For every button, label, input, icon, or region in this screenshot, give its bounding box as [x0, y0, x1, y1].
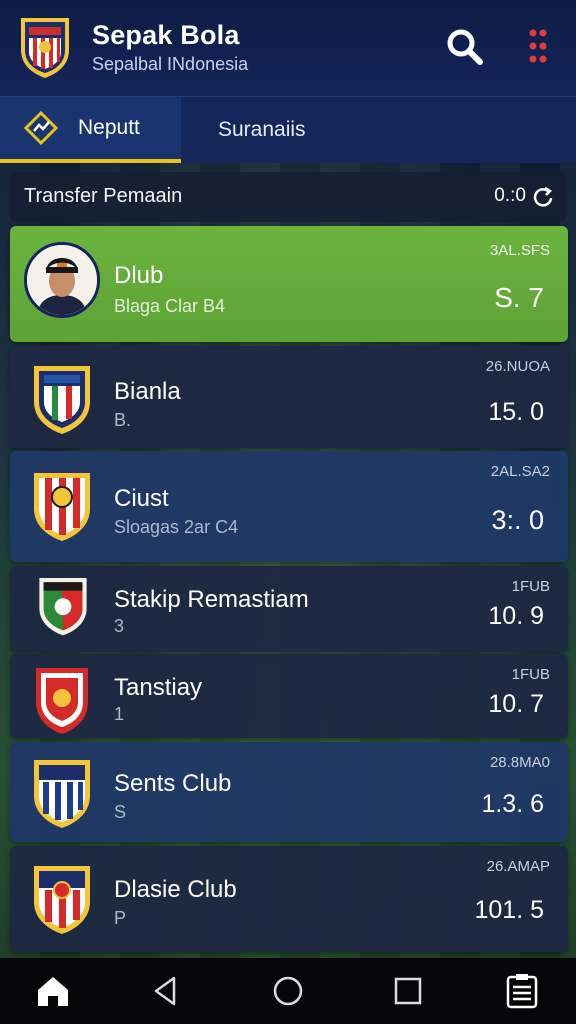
transfer-date: 26.NUOA — [485, 358, 550, 375]
transfer-row[interactable]: Stakip Remastiam 3 1FUB 10. 9 — [10, 566, 568, 652]
transfer-value: 10. 7 — [488, 690, 544, 718]
transfer-date: 28.8MA0 — [489, 754, 550, 771]
clipboard-icon[interactable] — [502, 971, 542, 1011]
search-icon[interactable] — [444, 26, 486, 68]
home-icon[interactable] — [33, 971, 73, 1011]
transfer-value: 1.3. 6 — [481, 790, 544, 818]
transfer-row[interactable]: Dlasie Club P 26.AMAP 101. 5 — [10, 846, 568, 952]
transfer-date: 26.AMAP — [486, 858, 550, 875]
transfer-sub: B. — [114, 410, 132, 430]
transfer-sub: Blaga Clar B4 — [114, 296, 226, 316]
transfer-date: 1FUB — [511, 666, 550, 683]
club-shield-icon — [34, 473, 90, 541]
chart-diamond-icon — [24, 111, 58, 145]
transfer-name: Bianla — [114, 378, 181, 405]
club-shield-icon — [36, 668, 88, 734]
section-value: 0.:0 — [494, 185, 526, 206]
transfer-sub: Sloagas 2ar C4 — [114, 517, 239, 537]
system-nav-bar — [0, 958, 576, 1024]
more-vertical-icon[interactable] — [524, 26, 552, 68]
transfer-date: 2AL.SA2 — [490, 463, 550, 480]
club-shield-icon — [34, 866, 90, 934]
tab-label: Suranaiis — [218, 118, 306, 141]
app-title: Sepak Bola — [92, 20, 240, 50]
app-bar: Sepak Bola Sepalbal INdonesia — [0, 0, 576, 97]
transfer-sub: P — [114, 908, 127, 928]
player-avatar — [24, 242, 100, 318]
tab-neputt[interactable]: Neputt — [0, 97, 181, 163]
transfer-name: Dlub — [114, 262, 164, 289]
transfer-date: 1FUB — [511, 578, 550, 595]
section-title: Transfer Pemaain — [24, 185, 183, 207]
circle-home-icon[interactable] — [268, 971, 308, 1011]
transfer-value: 10. 9 — [488, 602, 544, 630]
transfer-name: Stakip Remastiam — [114, 586, 309, 613]
app-subtitle: Sepalbal INdonesia — [92, 54, 249, 74]
transfer-row[interactable]: Ciust Sloagas 2ar C4 2AL.SA2 3:. 0 — [10, 451, 568, 562]
transfer-value: 101. 5 — [474, 896, 544, 924]
transfer-name: Dlasie Club — [114, 876, 237, 903]
club-shield-icon — [34, 760, 90, 828]
transfer-value: S. 7 — [494, 282, 544, 313]
recents-icon[interactable] — [388, 971, 428, 1011]
transfer-value: 15. 0 — [488, 398, 544, 426]
transfer-date: 3AL.SFS — [489, 242, 550, 259]
tab-bar: Neputt Suranaiis — [0, 97, 576, 163]
section-header: Transfer Pemaain 0.:0 — [10, 172, 566, 222]
transfer-sub: S — [114, 802, 127, 822]
club-shield-icon — [34, 366, 90, 434]
transfer-row[interactable]: Tanstiay 1 1FUB 10. 7 — [10, 654, 568, 738]
tab-label: Neputt — [78, 116, 140, 139]
tab-suranaiis[interactable]: Suranaiis — [218, 97, 306, 163]
transfer-row[interactable]: Dlub Blaga Clar B4 3AL.SFS S. 7 — [10, 226, 568, 342]
transfer-sub: 1 — [114, 704, 125, 724]
club-shield-icon — [39, 578, 87, 636]
transfer-value: 3:. 0 — [491, 505, 544, 535]
transfer-name: Tanstiay — [114, 674, 203, 701]
refresh-icon[interactable] — [532, 185, 554, 207]
club-shield-logo — [21, 18, 69, 78]
back-icon[interactable] — [146, 971, 186, 1011]
transfer-row[interactable]: Sents Club S 28.8MA0 1.3. 6 — [10, 742, 568, 842]
transfer-row[interactable]: Bianla B. 26.NUOA 15. 0 — [10, 346, 568, 448]
transfer-sub: 3 — [114, 616, 125, 636]
transfer-name: Sents Club — [114, 770, 232, 797]
transfer-name: Ciust — [114, 485, 169, 512]
